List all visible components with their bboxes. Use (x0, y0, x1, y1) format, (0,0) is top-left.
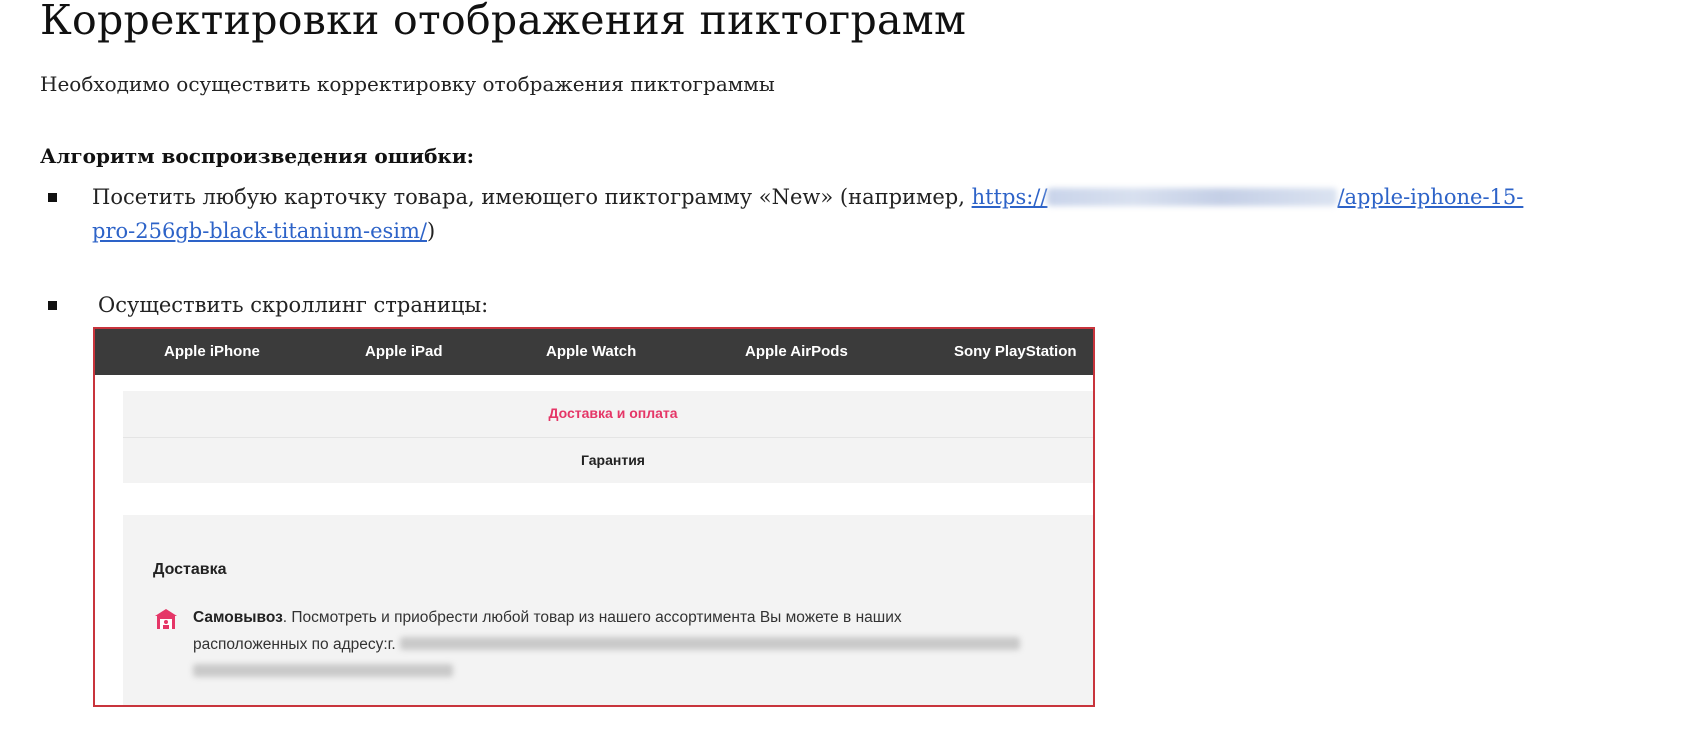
site-nav-bar: Apple iPhone Apple iPad Apple Watch Appl… (95, 329, 1093, 375)
nav-item-apple-airpods[interactable]: Apple AirPods (745, 343, 848, 360)
square-bullet-icon (48, 301, 57, 310)
tab-warranty[interactable]: Гарантия (123, 437, 1093, 483)
embedded-screenshot: Apple iPhone Apple iPad Apple Watch Appl… (93, 327, 1095, 707)
step-2-text: Осуществить скроллинг страницы: (98, 293, 489, 317)
pickup-title: Самовывоз (193, 609, 283, 626)
nav-item-apple-watch[interactable]: Apple Watch (546, 343, 636, 360)
nav-item-sony-playstation[interactable]: Sony PlayStation (954, 343, 1077, 360)
square-bullet-icon (48, 193, 57, 202)
step-1-lead: Посетить любую карточку товара, имеющего… (92, 185, 972, 209)
step-1-close: ) (426, 219, 436, 243)
step-1-line-1: Посетить любую карточку товара, имеющего… (92, 180, 1692, 214)
delivery-heading: Доставка (153, 561, 227, 578)
step-1-line-2: pro-256gb-black-titanium-esim/) (92, 214, 1692, 248)
product-link[interactable]: https:///apple-iphone-15- (972, 185, 1524, 209)
redacted-address (400, 637, 1021, 650)
nav-item-apple-ipad[interactable]: Apple iPad (365, 343, 443, 360)
intro-paragraph: Необходимо осуществить корректировку ото… (40, 72, 775, 96)
store-pickup-icon (155, 609, 177, 629)
algorithm-heading: Алгоритм воспроизведения ошибки: (40, 144, 475, 168)
product-link-continued[interactable]: pro-256gb-black-titanium-esim/ (92, 219, 427, 243)
delivery-panel: Доставка Самовывоз. Посмотреть и приобре… (123, 515, 1093, 705)
info-tabs: Доставка и оплата Гарантия (123, 391, 1093, 483)
redacted-address-line-3 (193, 664, 453, 677)
document-title: Корректировки отображения пиктограмм (40, 0, 967, 44)
tab-delivery-payment[interactable]: Доставка и оплата (123, 391, 1093, 436)
pickup-line-1: Самовывоз. Посмотреть и приобрести любой… (193, 609, 902, 626)
pickup-line-2: расположенных по адресу:г. (193, 636, 1021, 653)
nav-item-apple-iphone[interactable]: Apple iPhone (164, 343, 260, 360)
step-1-text: Посетить любую карточку товара, имеющего… (92, 180, 1692, 248)
redacted-domain (1047, 188, 1338, 206)
pickup-description: Самовывоз. Посмотреть и приобрести любой… (193, 604, 1021, 685)
